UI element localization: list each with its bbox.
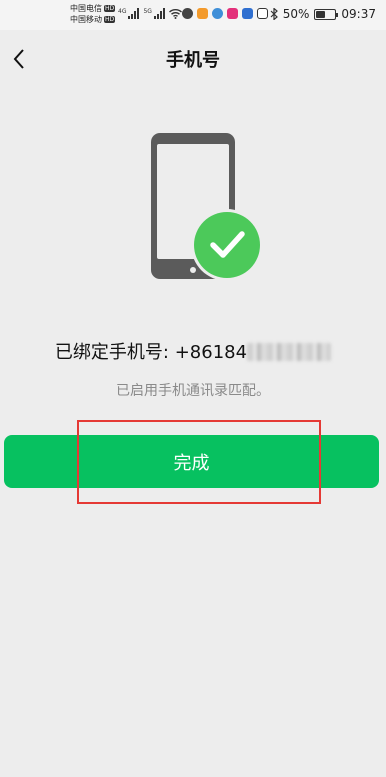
battery-percent: 50% xyxy=(282,7,310,21)
nav-bar: 手机号 xyxy=(0,30,386,88)
wifi-icon xyxy=(168,9,182,19)
annotation-highlight-box xyxy=(77,420,321,504)
check-circle xyxy=(194,212,260,278)
bluetooth-icon xyxy=(270,8,278,20)
signal-indicators: 4G 5G xyxy=(118,8,182,19)
app-notification-icon xyxy=(227,8,238,19)
contact-match-hint: 已启用手机通讯录匹配。 xyxy=(116,383,270,399)
status-bar: 中国电信 HD 中国移动 HD 4G 5G 50% 09:37 xyxy=(0,0,386,30)
hd-badge: HD xyxy=(104,16,116,23)
network-type-label: 4G xyxy=(118,8,127,15)
signal-icon: 5G xyxy=(143,8,165,19)
message-icon xyxy=(182,8,193,19)
carrier-name-1: 中国电信 xyxy=(70,4,102,13)
app-notification-icon xyxy=(197,8,208,19)
phone-verified-icon xyxy=(151,133,263,281)
bound-phone-label: 已绑定手机号: +86184 xyxy=(54,342,248,363)
nfc-icon xyxy=(257,8,268,19)
system-status: 50% 09:37 xyxy=(270,7,376,21)
clock: 09:37 xyxy=(341,7,376,21)
page-title: 手机号 xyxy=(166,50,220,71)
battery-icon xyxy=(314,8,339,20)
hd-badge: HD xyxy=(104,5,116,12)
carrier-name-2: 中国移动 xyxy=(70,15,102,24)
phone-home-dot xyxy=(190,267,196,273)
notification-icons xyxy=(182,8,268,19)
carrier-info: 中国电信 HD 中国移动 HD xyxy=(70,3,116,25)
bound-phone-line: 已绑定手机号: +86184 xyxy=(0,338,386,364)
network-type-label: 5G xyxy=(143,8,152,15)
app-notification-icon xyxy=(212,8,223,19)
signal-icon: 4G xyxy=(118,8,140,19)
app-notification-icon xyxy=(242,8,253,19)
masked-phone-digits xyxy=(247,343,332,361)
